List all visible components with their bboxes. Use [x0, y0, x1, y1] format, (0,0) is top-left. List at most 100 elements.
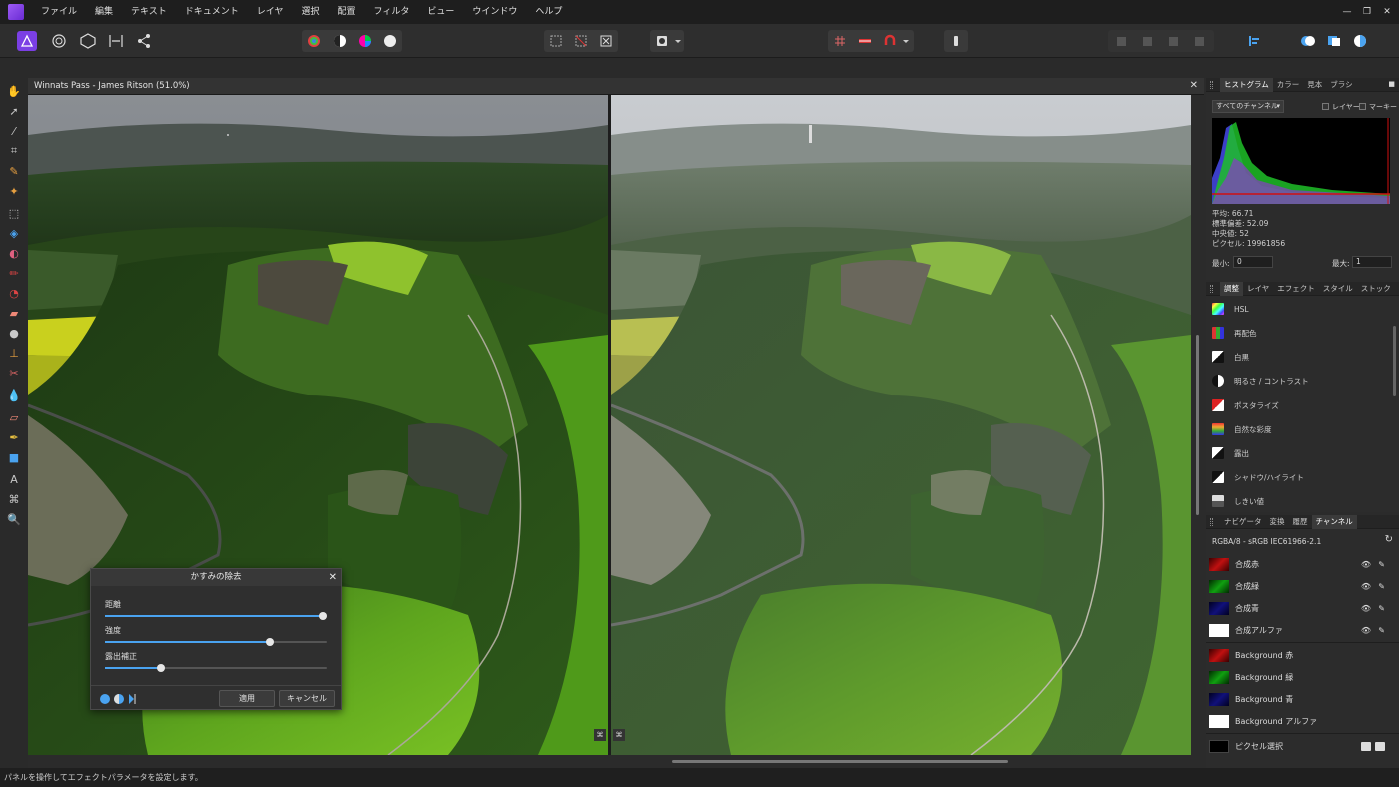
adjustment-threshold[interactable]: しきい値 — [1206, 489, 1391, 513]
exposure-correction-slider[interactable] — [105, 664, 327, 672]
text-tool-icon[interactable]: A — [5, 470, 23, 488]
hand-tool-icon[interactable]: ✋ — [5, 82, 23, 100]
panel-grip-icon[interactable] — [1210, 81, 1213, 89]
arrange-back-icon[interactable] — [1112, 31, 1132, 51]
channel-row-composite-green[interactable]: 合成緑 👁 ✎ — [1206, 575, 1399, 597]
mask-invert-icon[interactable] — [1375, 741, 1385, 751]
adjustments-scroll-thumb[interactable] — [1393, 326, 1396, 396]
adjustment-hsl[interactable]: HSL — [1206, 297, 1391, 321]
menu-file[interactable]: ファイル — [32, 0, 86, 24]
move-tool-icon[interactable]: ➚ — [5, 102, 23, 120]
erase-brush-icon[interactable]: ▰ — [5, 304, 23, 322]
context-toggle-icon[interactable] — [946, 31, 966, 51]
color-wheel-icon[interactable] — [355, 31, 375, 51]
pen-tool-icon[interactable]: ✒ — [5, 428, 23, 446]
channel-row-background-blue[interactable]: Background 青 — [1206, 688, 1399, 710]
dialog-header[interactable]: かすみの除去 ✕ — [91, 569, 341, 586]
tab-adjustments[interactable]: 調整 — [1220, 281, 1243, 296]
mask-icon[interactable] — [1361, 741, 1371, 751]
document-tab[interactable]: Winnats Pass - James Ritson (51.0%) ✕ — [28, 78, 1204, 95]
eye-icon[interactable]: 👁 — [1361, 626, 1371, 635]
blemish-tool-icon[interactable]: ✂ — [5, 364, 23, 382]
rectangle-tool-icon[interactable]: ■ — [5, 448, 23, 466]
deselect-icon[interactable] — [571, 31, 591, 51]
contrast-icon[interactable] — [330, 31, 350, 51]
export-persona-icon[interactable] — [134, 31, 154, 51]
horizontal-scrollbar[interactable] — [28, 755, 1191, 768]
eye-icon[interactable]: 👁 — [1361, 560, 1371, 569]
invert-selection-icon[interactable] — [596, 31, 616, 51]
healing-brush-icon[interactable]: ▱ — [5, 408, 23, 426]
paint-brush-icon[interactable]: ✏ — [5, 264, 23, 282]
flood-select-icon[interactable]: ✦ — [5, 182, 23, 200]
align-icon[interactable] — [1244, 31, 1264, 51]
channel-row-composite-red[interactable]: 合成赤 👁 ✎ — [1206, 553, 1399, 575]
split-right-handle-icon[interactable]: ⌘ — [613, 729, 625, 741]
tab-navigator[interactable]: ナビゲータ — [1220, 515, 1266, 529]
boolean-subtract-icon[interactable] — [1324, 31, 1344, 51]
tab-transform[interactable]: 変換 — [1266, 515, 1289, 529]
tab-swatches[interactable]: 見本 — [1303, 78, 1326, 92]
pencil-icon[interactable]: ✎ — [1378, 582, 1385, 591]
pencil-icon[interactable]: ✎ — [1378, 626, 1385, 635]
snapping-options-chevron-icon[interactable] — [900, 31, 912, 51]
white-balance-icon[interactable] — [380, 31, 400, 51]
distance-slider-knob[interactable] — [319, 612, 327, 620]
panel-menu-icon[interactable]: ■ — [1388, 80, 1395, 88]
adjustment-posterize[interactable]: ポスタライズ — [1206, 393, 1391, 417]
tab-styles[interactable]: スタイル — [1319, 282, 1357, 296]
crop-tool-icon[interactable]: ⌗ — [5, 142, 23, 160]
menu-text[interactable]: テキスト — [122, 0, 176, 24]
vertical-scrollbar[interactable] — [1191, 95, 1204, 755]
marquee-select-icon[interactable] — [546, 31, 566, 51]
liquify-persona-icon[interactable] — [49, 31, 69, 51]
adjustment-recolor[interactable]: 再配色 — [1206, 321, 1391, 345]
channel-row-pixel-selection[interactable]: ピクセル選択 — [1206, 735, 1399, 757]
menu-help[interactable]: ヘルプ — [526, 0, 571, 24]
panel-grip-icon[interactable] — [1210, 518, 1213, 526]
distance-slider[interactable] — [105, 612, 327, 620]
tab-brushes[interactable]: ブラシ — [1326, 78, 1356, 92]
grid-icon[interactable] — [830, 31, 850, 51]
cancel-button[interactable]: キャンセル — [279, 690, 335, 707]
clone-tool-icon[interactable]: ⊥ — [5, 344, 23, 362]
min-input[interactable]: 0 — [1233, 256, 1273, 268]
strength-slider[interactable] — [105, 638, 327, 646]
tab-channels[interactable]: チャンネル — [1311, 514, 1357, 529]
boolean-intersect-icon[interactable] — [1350, 31, 1370, 51]
maximize-icon[interactable]: ❐ — [1357, 0, 1377, 24]
apply-button[interactable]: 適用 — [219, 690, 275, 707]
pencil-icon[interactable]: ✎ — [1378, 560, 1385, 569]
close-document-icon[interactable]: ✕ — [1190, 80, 1198, 91]
channel-row-background-green[interactable]: Background 緑 — [1206, 666, 1399, 688]
tone-mapping-persona-icon[interactable] — [106, 31, 126, 51]
channel-row-composite-blue[interactable]: 合成青 👁 ✎ — [1206, 597, 1399, 619]
max-input[interactable]: 1 — [1352, 256, 1392, 268]
channel-row-composite-alpha[interactable]: 合成アルファ 👁 ✎ — [1206, 619, 1399, 641]
adjustment-exposure[interactable]: 露出 — [1206, 441, 1391, 465]
tab-history[interactable]: 履歴 — [1289, 515, 1312, 529]
tab-color[interactable]: カラー — [1273, 78, 1304, 92]
vertical-scroll-thumb[interactable] — [1196, 335, 1199, 515]
photo-persona-icon[interactable] — [17, 31, 37, 51]
refresh-icon[interactable]: ↻ — [1385, 534, 1393, 545]
split-left-handle-icon[interactable]: ⌘ — [594, 729, 606, 741]
zoom-tool-icon[interactable]: 🔍 — [5, 510, 23, 528]
pencil-icon[interactable]: ✎ — [1378, 604, 1385, 613]
chevron-down-icon[interactable] — [672, 31, 684, 51]
exposure-slider-knob[interactable] — [157, 664, 165, 672]
color-replacement-icon[interactable]: ◔ — [5, 284, 23, 302]
close-window-icon[interactable]: ✕ — [1377, 0, 1397, 24]
preview-mode-icons[interactable] — [99, 693, 141, 705]
adjustment-vibrance[interactable]: 自然な彩度 — [1206, 417, 1391, 441]
eye-icon[interactable]: 👁 — [1361, 604, 1371, 613]
menu-edit[interactable]: 編集 — [86, 0, 122, 24]
menu-document[interactable]: ドキュメント — [176, 0, 248, 24]
tab-histogram[interactable]: ヒストグラム — [1220, 77, 1273, 92]
quick-mask-icon[interactable] — [652, 31, 672, 51]
menu-arrange[interactable]: 配置 — [329, 0, 365, 24]
gradient-tool-icon[interactable]: ◐ — [5, 244, 23, 262]
channel-row-background-alpha[interactable]: Background アルファ — [1206, 710, 1399, 732]
panel-grip-icon[interactable] — [1210, 285, 1213, 293]
selection-brush-icon[interactable]: ✎ — [5, 162, 23, 180]
